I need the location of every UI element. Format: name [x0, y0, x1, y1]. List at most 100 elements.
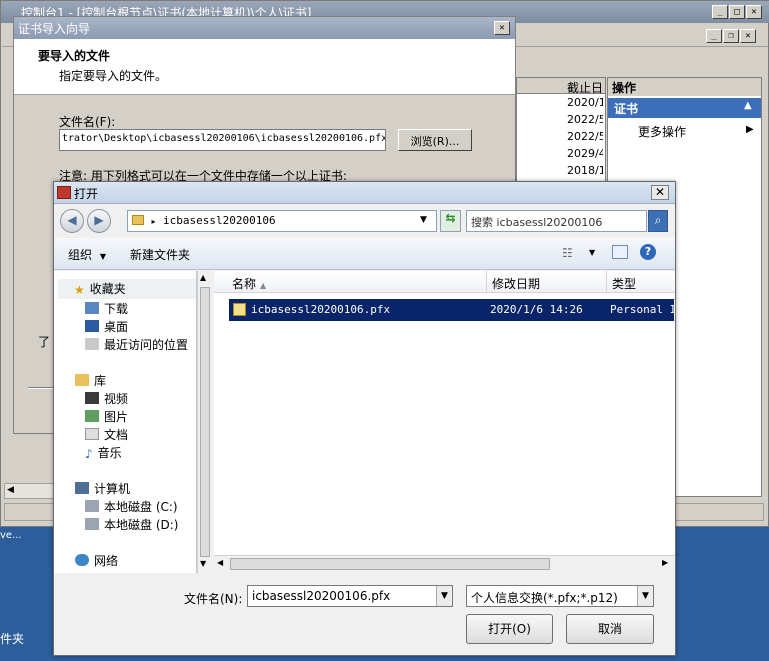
nav-libraries-label: 库 — [94, 374, 107, 388]
video-icon — [85, 392, 99, 404]
wizard-close-button[interactable]: ✕ — [494, 21, 510, 35]
file-list-hscrollbar[interactable]: ◀ ▶ — [214, 555, 675, 572]
nav-computer[interactable]: 计算机 — [75, 480, 130, 498]
nav-disk-c-label: 本地磁盘 (C:) — [104, 500, 178, 514]
column-divider[interactable] — [606, 271, 607, 293]
back-button[interactable]: ◀ — [60, 209, 84, 233]
organize-button[interactable]: 组织 ▼ — [68, 246, 106, 263]
table-row[interactable]: icbasessl20200106.pfx 2020/1/6 14:26 Per… — [229, 299, 677, 321]
scroll-left-icon[interactable]: ◀ — [217, 558, 223, 567]
file-type: Personal I — [610, 303, 677, 316]
nav-disk-d[interactable]: 本地磁盘 (D:) — [85, 516, 178, 534]
actions-section[interactable]: 证书 ▲ — [608, 98, 761, 118]
sort-ascending-icon: ▲ — [260, 281, 267, 290]
view-options-icon[interactable]: ☷ — [562, 246, 573, 260]
file-list[interactable]: 名称 ▲ 修改日期 类型 icbasessl20200106.pfx 2020/1… — [214, 271, 677, 561]
wizard-header: 要导入的文件 指定要导入的文件。 — [14, 39, 515, 95]
hscroll-thumb[interactable] — [230, 558, 550, 570]
nav-libraries[interactable]: 库 — [75, 372, 106, 390]
list-item[interactable]: 2020/1 — [567, 96, 603, 112]
col-name-label: 名称 — [232, 277, 257, 291]
nav-computer-label: 计算机 — [94, 482, 131, 496]
music-icon: ♪ — [85, 447, 93, 461]
preview-pane-icon[interactable] — [612, 245, 628, 259]
filetype-dropdown-icon[interactable]: ▼ — [637, 586, 653, 606]
filename-label: 文件名(F): — [59, 115, 116, 129]
maximize-button[interactable]: □ — [729, 5, 745, 19]
download-folder-icon — [85, 302, 99, 314]
filename-input[interactable]: icbasessl20200106.pfx — [247, 585, 453, 607]
wizard-subheading: 指定要导入的文件。 — [59, 69, 168, 83]
star-icon: ★ — [74, 283, 85, 297]
nav-disk-d-label: 本地磁盘 (D:) — [104, 518, 179, 532]
recent-places-icon — [85, 338, 99, 350]
list-item[interactable]: 2018/1 — [567, 164, 603, 180]
address-dropdown-icon[interactable]: ▼ — [420, 215, 427, 225]
nav-scroll-thumb[interactable] — [200, 287, 210, 557]
close-button[interactable]: ✕ — [746, 5, 762, 19]
browse-button[interactable]: 浏览(R)... — [398, 129, 472, 151]
nav-recent[interactable]: 最近访问的位置 — [85, 336, 188, 354]
nav-videos[interactable]: 视频 — [85, 390, 128, 408]
minimize-button[interactable]: _ — [712, 5, 728, 19]
nav-disk-c[interactable]: 本地磁盘 (C:) — [85, 498, 178, 516]
submenu-arrow-icon: ▶ — [746, 124, 754, 135]
scroll-right-icon[interactable]: ▶ — [662, 558, 668, 567]
child-minimize-button[interactable]: _ — [706, 29, 722, 43]
nav-downloads[interactable]: 下载 — [85, 300, 128, 318]
refresh-button[interactable]: ⇆ — [440, 210, 461, 232]
search-icon[interactable]: ⌕ — [648, 210, 668, 232]
list-item[interactable]: 2022/5 — [567, 130, 603, 146]
nav-scrollbar[interactable]: ▲ ▼ — [197, 271, 212, 573]
nav-music[interactable]: ♪ 音乐 — [85, 444, 122, 462]
search-placeholder: 搜索 icbasessl20200106 — [471, 216, 603, 229]
col-name[interactable]: 名称 ▲ — [232, 275, 266, 292]
view-dropdown-icon[interactable]: ▼ — [589, 248, 595, 257]
nav-network[interactable]: 网络 — [75, 552, 118, 570]
desktop-icon-label[interactable]: 件夹 — [0, 630, 24, 647]
library-icon — [75, 374, 89, 386]
help-icon[interactable]: ? — [640, 244, 656, 260]
disk-icon — [85, 518, 99, 530]
new-folder-button[interactable]: 新建文件夹 — [130, 246, 190, 263]
nav-desktop[interactable]: 桌面 — [85, 318, 128, 336]
filetype-select[interactable]: 个人信息交换(*.pfx;*.p12) — [466, 585, 654, 607]
nav-documents[interactable]: 文档 — [85, 426, 128, 444]
filename-field[interactable]: trator\Desktop\icbasessl20200106\icbases… — [59, 129, 386, 151]
document-icon — [85, 428, 99, 440]
col-expiry[interactable]: 截止日 — [567, 79, 603, 96]
address-bar[interactable]: ▸ icbasessl20200106 ▼ — [127, 210, 437, 232]
list-item[interactable]: 2029/4 — [567, 147, 603, 163]
col-modified[interactable]: 修改日期 — [492, 275, 540, 292]
organize-label: 组织 — [68, 248, 93, 262]
child-restore-button[interactable]: ❐ — [723, 29, 739, 43]
more-actions-label: 更多操作 — [638, 125, 687, 139]
column-divider[interactable] — [486, 271, 487, 293]
open-button[interactable]: 打开(O) — [466, 614, 553, 644]
nav-network-label: 网络 — [94, 554, 119, 568]
scroll-down-icon[interactable]: ▼ — [200, 559, 206, 568]
filename-dropdown-icon[interactable]: ▼ — [436, 586, 452, 606]
wizard-text-fragment: 了 — [38, 335, 51, 349]
child-close-button[interactable]: ✕ — [740, 29, 756, 43]
nav-music-label: 音乐 — [97, 446, 122, 460]
scroll-left-icon[interactable]: ◀ — [7, 485, 14, 495]
nav-pictures[interactable]: 图片 — [85, 408, 128, 426]
more-actions[interactable]: 更多操作 — [638, 123, 686, 140]
scroll-up-icon[interactable]: ▲ — [200, 273, 206, 282]
forward-button[interactable]: ▶ — [87, 209, 111, 233]
wizard-title-bar: 证书导入向导 — [14, 17, 515, 39]
list-item[interactable]: 2022/5 — [567, 113, 603, 129]
actions-section-label: 证书 — [614, 102, 639, 116]
dialog-title-bar: 打开 — [54, 182, 675, 204]
desktop-icon — [85, 320, 99, 332]
collapse-icon[interactable]: ▲ — [744, 100, 752, 111]
dialog-close-button[interactable]: ✕ — [651, 185, 669, 200]
search-input[interactable]: 搜索 icbasessl20200106 — [466, 210, 647, 232]
cancel-button[interactable]: 取消 — [566, 614, 654, 644]
nav-favorites[interactable]: ★ 收藏夹 — [58, 279, 196, 299]
breadcrumb-arrow-icon[interactable]: ▸ — [152, 217, 156, 226]
nav-downloads-label: 下载 — [104, 302, 129, 316]
col-type[interactable]: 类型 — [612, 275, 636, 292]
navigation-pane[interactable]: ★ 收藏夹 下载 桌面 最近访问的位置 库 视频 图片 文档 ♪ 音乐 计算机 本地… — [54, 271, 197, 573]
